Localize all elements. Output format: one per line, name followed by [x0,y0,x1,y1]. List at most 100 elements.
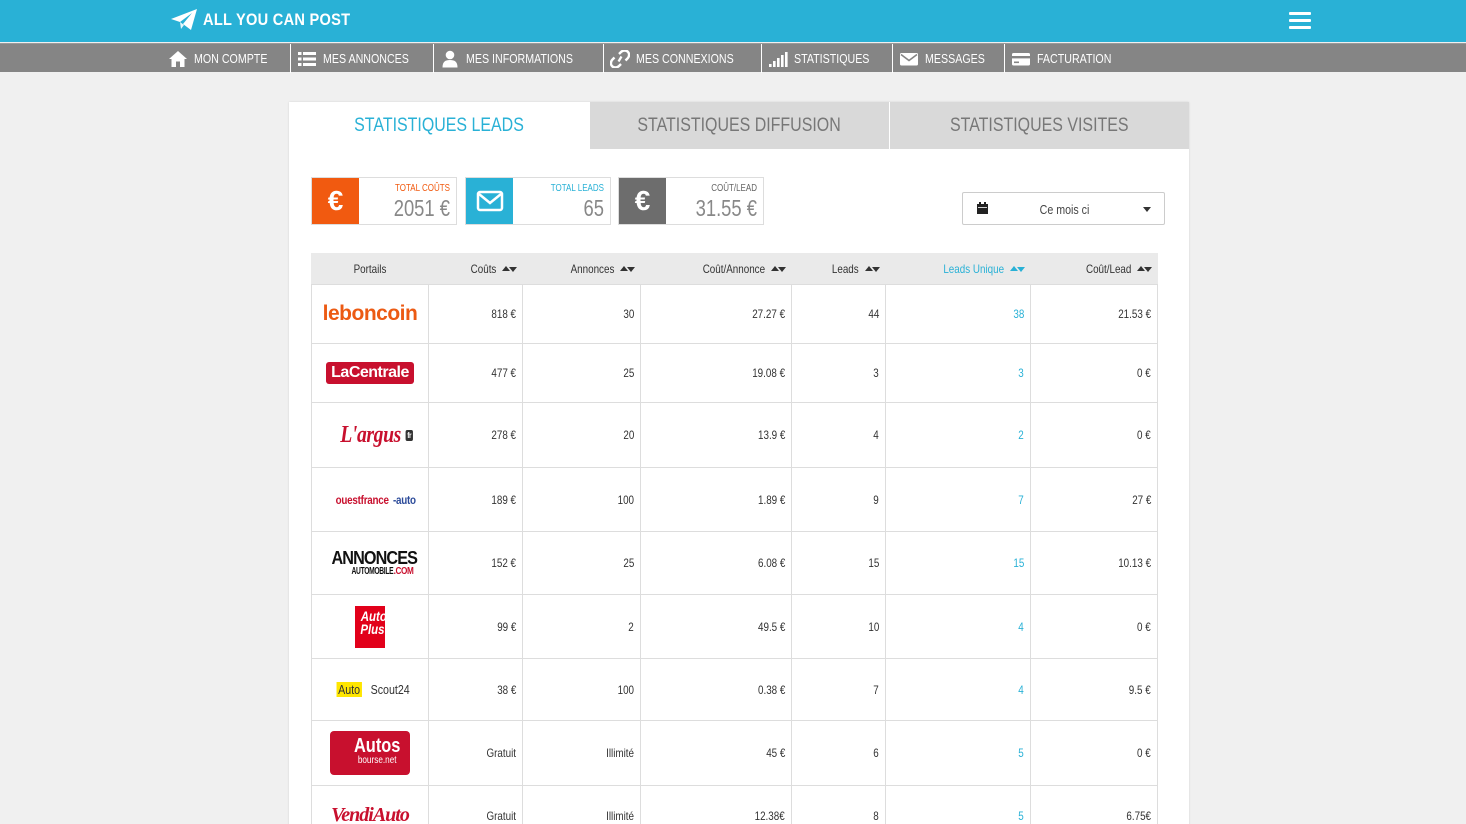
nav-label: STATISTIQUES [793,51,870,66]
cell-leads-unique: 3 [886,344,1031,402]
portal-logo-lacentrale: LaCentrale [311,344,429,402]
cell-annonces: 100 [523,468,641,531]
col-annonces[interactable]: Annonces [523,253,641,284]
cell-cout-lead: 21.53 € [1031,285,1158,343]
cell-cout-lead: 9.5 € [1031,659,1158,720]
cell-leads-unique: 4 [886,595,1031,658]
tab-statistiques-visites[interactable]: STATISTIQUES VISITES [889,102,1189,149]
cell-cout-annonce: 0.38 € [641,659,792,720]
col-cout-lead[interactable]: Coût/Lead [1031,253,1158,284]
nav-label: MES CONNEXIONS [635,51,734,66]
nav-label: MON COMPTE [194,51,268,66]
cell-annonces: 100 [523,659,641,720]
cell-cout: 818 € [429,285,523,343]
bar-signal-icon [768,51,788,67]
cell-cout-annonce: 1.89 € [641,468,792,531]
cell-cout: Gratuit [429,721,523,785]
link-icon [609,49,630,68]
cell-leads: 15 [792,532,886,594]
cell-cout: Gratuit [429,786,523,824]
cell-cout: 477 € [429,344,523,402]
portal-logo-autosbourse: Autos bourse.net [311,721,429,785]
stat-total-leads: TOTAL LEADS 65 [465,177,611,225]
stats-tabs: STATISTIQUES LEADS STATISTIQUES DIFFUSIO… [289,102,1189,149]
cell-leads-unique: 7 [886,468,1031,531]
col-portails: Portails [353,261,387,276]
cell-leads-unique: 38 [886,285,1031,343]
nav-item-messages[interactable]: MESSAGES [893,44,1005,73]
table-row: Autos bourse.net Gratuit Illimité 45 € 6 … [311,721,1158,786]
cell-annonces: 25 [523,344,641,402]
tab-statistiques-leads[interactable]: STATISTIQUES LEADS [289,102,589,149]
cell-annonces: 20 [523,403,641,467]
sort-icon[interactable] [771,265,786,273]
nav-label: MES INFORMATIONS [466,51,574,66]
nav-item-statistiques[interactable]: STATISTIQUES [762,44,893,73]
stat-cout-lead: € COÛT/LEAD 31.55 € [618,177,764,225]
euro-icon: € [619,178,666,224]
cell-annonces: Illimité [523,786,641,824]
cell-leads-unique: 2 [886,403,1031,467]
nav-item-mon-compte[interactable]: MON COMPTE [162,44,291,73]
list-icon [297,51,316,66]
sort-icon[interactable] [502,265,517,273]
date-range-value: Ce mois ci [1039,202,1090,217]
stat-total-couts: € TOTAL COÛTS 2051 € [311,177,457,225]
col-leads-unique[interactable]: Leads Unique [886,253,1031,284]
tab-statistiques-diffusion[interactable]: STATISTIQUES DIFFUSION [589,102,889,149]
cell-leads: 44 [792,285,886,343]
cell-cout-annonce: 6.08 € [641,532,792,594]
app-logo[interactable]: ALL YOU CAN POST [170,8,374,32]
nav-item-facturation[interactable]: FACTURATION [1005,44,1134,73]
nav-label: MESSAGES [924,51,985,66]
cell-cout-annonce: 27.27 € [641,285,792,343]
cell-annonces: 30 [523,285,641,343]
cell-leads: 9 [792,468,886,531]
cell-cout: 152 € [429,532,523,594]
credit-card-icon [1011,52,1030,65]
cell-leads-unique: 5 [886,786,1031,824]
table-row: Auto Scout24 38 € 100 0.38 € 7 4 9.5 € [311,659,1158,721]
portal-logo-vendiauto: VendiAuto [311,786,429,824]
cell-leads: 10 [792,595,886,658]
nav-item-mes-annonces[interactable]: MES ANNONCES [291,44,435,73]
col-couts[interactable]: Coûts [429,253,523,284]
stat-label: TOTAL COÛTS [395,183,450,194]
table-row: LaCentrale 477 € 25 19.08 € 3 3 0 € [311,344,1158,403]
cell-annonces: 25 [523,532,641,594]
top-bar: ALL YOU CAN POST [0,0,1466,42]
table-row: ANNONCES AUTOMOBILE.COM 152 € 25 6.08 € 1… [311,532,1158,595]
col-cout-annonce[interactable]: Coût/Annonce [641,253,792,284]
cell-cout: 189 € [429,468,523,531]
nav-label: MES ANNONCES [322,51,409,66]
date-range-select[interactable]: Ce mois ci [962,192,1165,225]
cell-cout-annonce: 12.38€ [641,786,792,824]
cell-leads-unique: 5 [886,721,1031,785]
sort-icon[interactable] [865,265,880,273]
sort-icon[interactable] [1010,265,1025,273]
cell-cout-lead: 27 € [1031,468,1158,531]
table-header: Portails Coûts Annonces Coût/Annonce Lea… [311,253,1158,285]
sort-icon[interactable] [620,265,635,273]
cell-cout-annonce: 45 € [641,721,792,785]
cell-cout-lead: 0 € [1031,403,1158,467]
cell-cout: 38 € [429,659,523,720]
cell-leads: 4 [792,403,886,467]
cell-cout: 278 € [429,403,523,467]
cell-leads: 8 [792,786,886,824]
sort-icon[interactable] [1137,265,1152,273]
cell-leads-unique: 4 [886,659,1031,720]
stat-label: TOTAL LEADS [550,183,604,194]
cell-cout-annonce: 13.9 € [641,403,792,467]
cell-leads: 7 [792,659,886,720]
nav-item-mes-informations[interactable]: MES INFORMATIONS [434,44,604,73]
stats-panel: STATISTIQUES LEADS STATISTIQUES DIFFUSIO… [289,102,1189,824]
hamburger-menu-icon[interactable] [1289,12,1311,30]
portals-table: Portails Coûts Annonces Coût/Annonce Lea… [311,253,1158,824]
chevron-down-icon [1143,207,1151,212]
nav-item-mes-connexions[interactable]: MES CONNEXIONS [604,44,762,73]
euro-icon: € [312,178,359,224]
cell-cout-lead: 0 € [1031,721,1158,785]
cell-cout-annonce: 49.5 € [641,595,792,658]
col-leads[interactable]: Leads [792,253,886,284]
